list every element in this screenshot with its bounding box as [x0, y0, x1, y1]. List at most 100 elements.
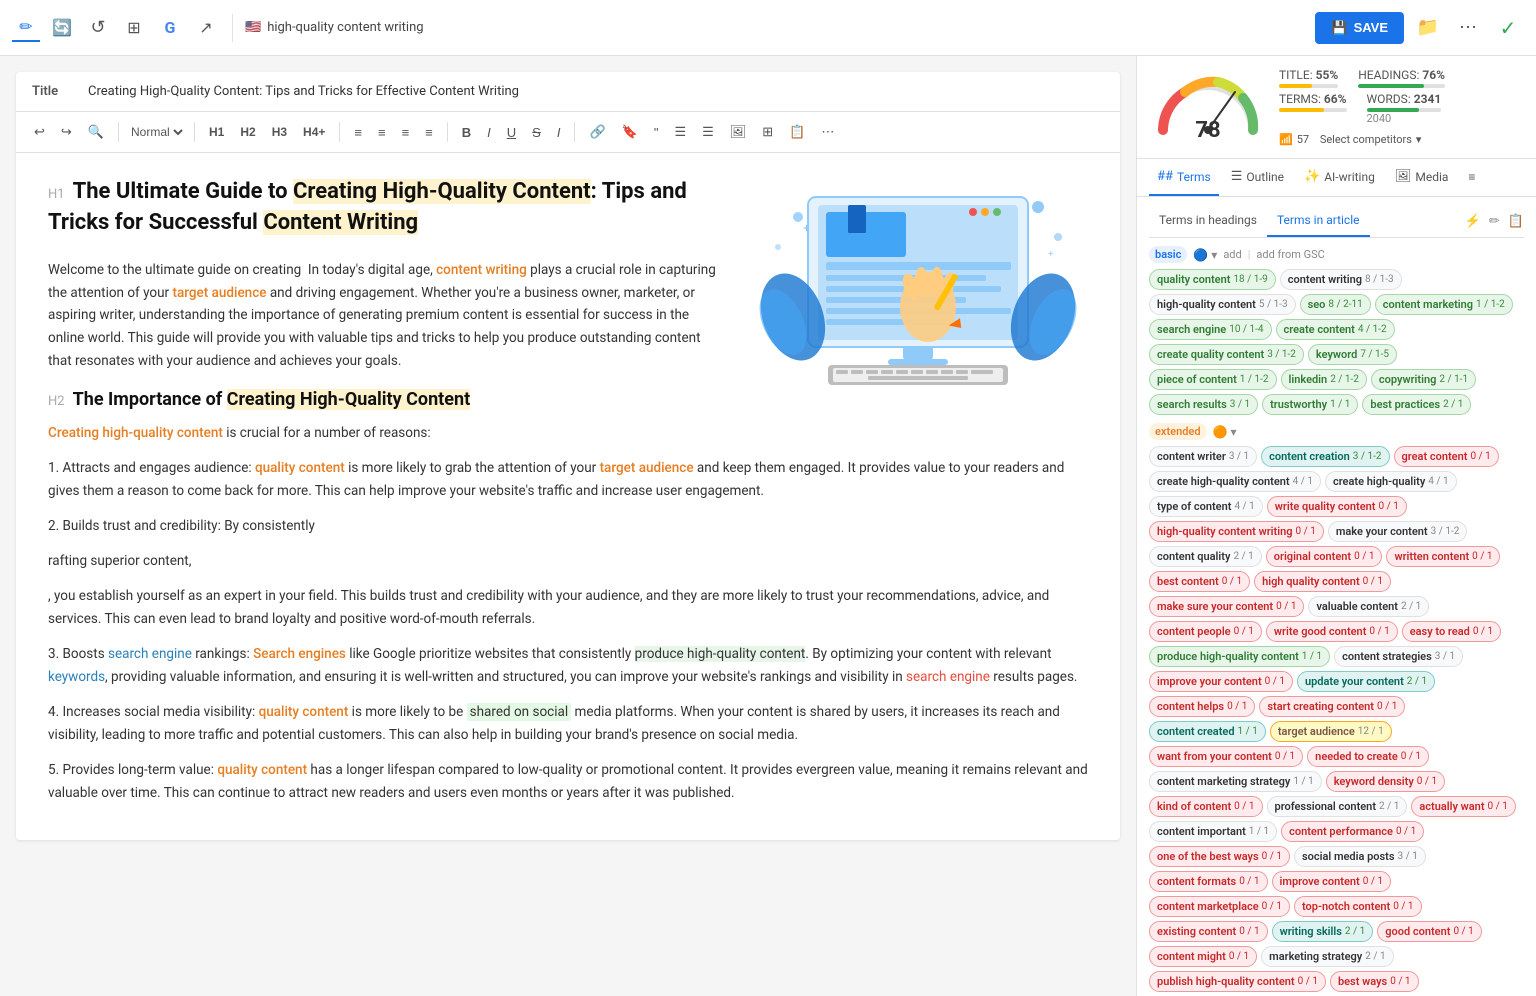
search-button[interactable]: 🔍	[82, 120, 110, 144]
align-left-button[interactable]: ≡	[348, 121, 368, 144]
tag-content-marketing-strategy[interactable]: content marketing strategy 1 / 1	[1149, 771, 1322, 792]
tag-trustworthy[interactable]: trustworthy 1 / 1	[1262, 394, 1358, 415]
copy-button[interactable]: 📋	[783, 120, 811, 144]
tag-best-content[interactable]: best content 0 / 1	[1149, 571, 1250, 592]
tag-type-of-content[interactable]: type of content 4 / 1	[1149, 496, 1263, 517]
share-icon[interactable]: ↗	[192, 14, 220, 42]
tag-content-creation[interactable]: content creation 3 / 1-2	[1261, 446, 1389, 467]
tag-create-quality-content[interactable]: create quality content 3 / 1-2	[1149, 344, 1304, 365]
tag-content-performance[interactable]: content performance 0 / 1	[1281, 821, 1424, 842]
h1-button[interactable]: H1	[203, 121, 230, 143]
tag-actually-want[interactable]: actually want 0 / 1	[1411, 796, 1516, 817]
content-body[interactable]: + + +	[16, 153, 1120, 840]
tag-content-marketplace[interactable]: content marketplace 0 / 1	[1149, 896, 1290, 917]
link-button[interactable]: 🔗	[583, 120, 611, 144]
select-competitors-btn[interactable]: 📶 57 Select competitors ▾	[1279, 133, 1520, 146]
tag-content-quality[interactable]: content quality 2 / 1	[1149, 546, 1262, 567]
underline-button[interactable]: U	[501, 121, 522, 144]
tag-create-high-quality-content[interactable]: create high-quality content 4 / 1	[1149, 471, 1321, 492]
tag-write-good-content[interactable]: write good content 0 / 1	[1266, 621, 1398, 642]
tag-high-quality-content-writing[interactable]: high-quality content writing 0 / 1	[1149, 521, 1324, 542]
save-button[interactable]: 💾 SAVE	[1315, 12, 1404, 44]
tag-easy-to-read[interactable]: easy to read 0 / 1	[1402, 621, 1501, 642]
quote-button[interactable]: "	[648, 121, 665, 144]
add-link[interactable]: add	[1223, 248, 1241, 261]
tag-top-notch-content[interactable]: top-notch content 0 / 1	[1294, 896, 1422, 917]
google-icon[interactable]: G	[156, 14, 184, 42]
tag-make-sure-your-content[interactable]: make sure your content 0 / 1	[1149, 596, 1304, 617]
tab-outline[interactable]: ☰ Outline	[1223, 159, 1292, 196]
tag-copywriting[interactable]: copywriting 2 / 1-1	[1371, 369, 1476, 390]
tag-start-creating-content[interactable]: start creating content 0 / 1	[1259, 696, 1405, 717]
filter-icon[interactable]: ⚡	[1465, 214, 1481, 229]
h4-button[interactable]: H4+	[297, 121, 331, 143]
tab-ai-writing[interactable]: ✨ AI-writing	[1296, 159, 1383, 196]
tag-content-might[interactable]: content might 0 / 1	[1149, 946, 1257, 967]
tag-publish-high-quality-content[interactable]: publish high-quality content 0 / 1	[1149, 971, 1326, 992]
tab-terms[interactable]: ## Terms	[1149, 159, 1219, 196]
edit-icon[interactable]: ✏	[1489, 214, 1500, 229]
align-center-button[interactable]: ≡	[372, 121, 392, 144]
tag-content-people[interactable]: content people 0 / 1	[1149, 621, 1262, 642]
bold-button[interactable]: B	[456, 121, 477, 144]
italic-button[interactable]: I	[481, 121, 497, 144]
tag-writing-skills[interactable]: writing skills 2 / 1	[1272, 921, 1374, 942]
copy2-icon[interactable]: 📋	[1508, 214, 1524, 229]
tag-social-media-posts[interactable]: social media posts 3 / 1	[1294, 846, 1426, 867]
tag-content-strategies[interactable]: content strategies 3 / 1	[1334, 646, 1463, 667]
subtab-terms-in-article[interactable]: Terms in article	[1267, 205, 1370, 237]
tag-best-ways[interactable]: best ways 0 / 1	[1330, 971, 1419, 992]
tag-high-quality-content2[interactable]: high quality content 0 / 1	[1254, 571, 1391, 592]
tag-content-writing[interactable]: content writing 8 / 1-3	[1280, 269, 1402, 290]
ordered-list-button[interactable]: ☰	[696, 120, 720, 144]
tag-target-audience[interactable]: target audience 12 / 1	[1270, 721, 1392, 742]
tag-linkedin[interactable]: linkedin 2 / 1-2	[1281, 369, 1367, 390]
tag-content-helps[interactable]: content helps 0 / 1	[1149, 696, 1255, 717]
tag-needed-to-create[interactable]: needed to create 0 / 1	[1307, 746, 1429, 767]
check-icon[interactable]: ✓	[1492, 12, 1524, 44]
tab-more[interactable]: ≡	[1460, 160, 1483, 196]
bookmark-button[interactable]: 🔖	[616, 120, 644, 144]
h3-button[interactable]: H3	[266, 121, 293, 143]
image-button[interactable]: 🖼	[724, 120, 753, 144]
add-from-gsc-link[interactable]: add from GSC	[1256, 248, 1324, 261]
tag-marketing-strategy[interactable]: marketing strategy 2 / 1	[1261, 946, 1393, 967]
tag-make-your-content[interactable]: make your content 3 / 1-2	[1328, 521, 1468, 542]
align-justify-button[interactable]: ≡	[419, 121, 439, 144]
tag-content-important[interactable]: content important 1 / 1	[1149, 821, 1277, 842]
more-button[interactable]: ⋯	[815, 120, 840, 144]
tag-keyword-density[interactable]: keyword density 0 / 1	[1326, 771, 1445, 792]
strikethrough-button[interactable]: S	[526, 121, 547, 144]
tag-want-from-your-content[interactable]: want from your content 0 / 1	[1149, 746, 1303, 767]
tag-seo[interactable]: seo 8 / 2-11	[1300, 294, 1371, 315]
title-value[interactable]: Creating High-Quality Content: Tips and …	[88, 84, 519, 99]
tag-create-content[interactable]: create content 4 / 1-2	[1276, 319, 1395, 340]
redo-button[interactable]: ↪	[55, 120, 78, 144]
tag-create-high-quality[interactable]: create high-quality 4 / 1	[1325, 471, 1457, 492]
refresh-icon[interactable]: 🔄	[48, 14, 76, 42]
tag-original-content[interactable]: original content 0 / 1	[1266, 546, 1383, 567]
tag-good-content[interactable]: good content 0 / 1	[1377, 921, 1482, 942]
tag-content-writer[interactable]: content writer 3 / 1	[1149, 446, 1257, 467]
undo-button[interactable]: ↩	[28, 120, 51, 144]
list-button[interactable]: ☰	[668, 120, 692, 144]
tag-write-quality-content[interactable]: write quality content 0 / 1	[1267, 496, 1407, 517]
tag-search-engine[interactable]: search engine 10 / 1-4	[1149, 319, 1272, 340]
tag-professional-content[interactable]: professional content 2 / 1	[1267, 796, 1408, 817]
tag-high-quality-content[interactable]: high-quality content 5 / 1-3	[1149, 294, 1296, 315]
tag-one-of-the-best-ways[interactable]: one of the best ways 0 / 1	[1149, 846, 1290, 867]
align-right-button[interactable]: ≡	[396, 121, 416, 144]
tag-keyword[interactable]: keyword 7 / 1-5	[1308, 344, 1397, 365]
tag-content-created[interactable]: content created 1 / 1	[1149, 721, 1266, 742]
tag-quality-content[interactable]: quality content 18 / 1-9	[1149, 269, 1276, 290]
tag-produce-high-quality-content[interactable]: produce high-quality content 1 / 1	[1149, 646, 1330, 667]
tag-kind-of-content[interactable]: kind of content 0 / 1	[1149, 796, 1263, 817]
tag-valuable-content[interactable]: valuable content 2 / 1	[1308, 596, 1429, 617]
folder-icon[interactable]: 📁	[1412, 12, 1444, 44]
tag-content-formats[interactable]: content formats 0 / 1	[1149, 871, 1268, 892]
subtab-terms-in-headings[interactable]: Terms in headings	[1149, 205, 1267, 237]
tag-content-marketing[interactable]: content marketing 1 / 1-2	[1375, 294, 1513, 315]
table-button[interactable]: ⊞	[756, 120, 779, 144]
grid-icon[interactable]: ⊞	[120, 14, 148, 42]
pen-icon[interactable]: ✏	[12, 14, 40, 42]
